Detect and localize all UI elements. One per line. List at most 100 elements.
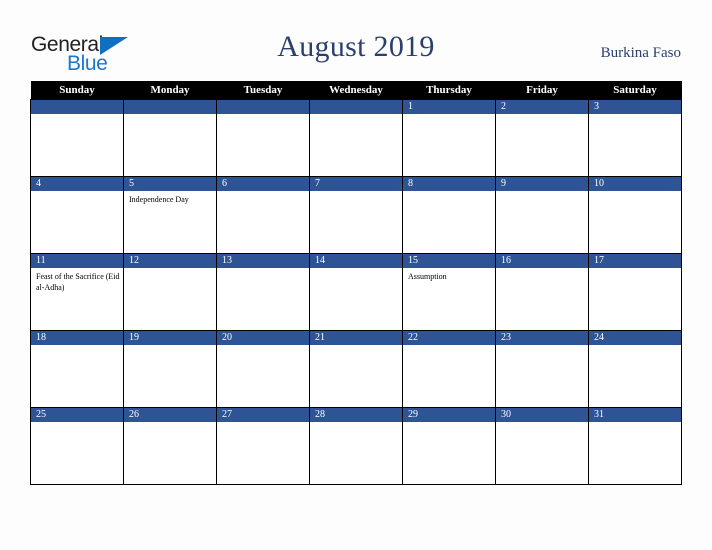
calendar-page: General Blue August 2019 Burkina Faso Su… <box>0 0 712 550</box>
day-cell-content: 9 <box>496 177 588 253</box>
day-number: 16 <box>496 254 588 268</box>
weekday-header-tuesday: Tuesday <box>216 81 310 100</box>
weekday-header-sunday: Sunday <box>30 81 124 100</box>
calendar-day-cell[interactable]: 28 <box>309 407 403 485</box>
calendar-week-row: 11 Feast of the Sacrifice (Eid al-Adha) 12… <box>30 253 682 331</box>
weekday-header-thursday: Thursday <box>402 81 496 100</box>
calendar-day-cell[interactable]: 25 <box>30 407 124 485</box>
day-number: 18 <box>31 331 123 345</box>
calendar-day-cell[interactable]: 1 <box>402 99 496 177</box>
day-cell-content: 10 <box>589 177 681 253</box>
calendar-day-cell[interactable]: 18 <box>30 330 124 408</box>
day-cell-content: 13 <box>217 254 309 330</box>
day-number: 4 <box>31 177 123 191</box>
calendar-day-cell[interactable]: 3 <box>588 99 682 177</box>
day-cell-content: 29 <box>403 408 495 484</box>
day-number: 31 <box>589 408 681 422</box>
day-number: 12 <box>124 254 216 268</box>
day-number: 8 <box>403 177 495 191</box>
calendar-day-cell[interactable]: 15 Assumption <box>402 253 496 331</box>
calendar-day-cell[interactable]: 23 <box>495 330 589 408</box>
day-cell-content: 25 <box>31 408 123 484</box>
day-number: 25 <box>31 408 123 422</box>
day-cell-content: 18 <box>31 331 123 407</box>
calendar-day-cell[interactable]: 20 <box>216 330 310 408</box>
day-cell-content <box>124 100 216 176</box>
calendar-day-cell[interactable]: 14 <box>309 253 403 331</box>
day-number: 15 <box>403 254 495 268</box>
day-cell-content: 5 Independence Day <box>124 177 216 253</box>
day-cell-content: 11 Feast of the Sacrifice (Eid al-Adha) <box>31 254 123 330</box>
calendar-day-cell[interactable]: 31 <box>588 407 682 485</box>
day-number: 26 <box>124 408 216 422</box>
calendar-day-cell[interactable]: 2 <box>495 99 589 177</box>
day-cell-content: 22 <box>403 331 495 407</box>
day-number: 23 <box>496 331 588 345</box>
calendar-day-cell[interactable]: 30 <box>495 407 589 485</box>
day-number: 24 <box>589 331 681 345</box>
day-number: 28 <box>310 408 402 422</box>
weekday-header-saturday: Saturday <box>588 81 682 100</box>
calendar-day-cell[interactable]: 4 <box>30 176 124 254</box>
day-number: 22 <box>403 331 495 345</box>
day-cell-content: 16 <box>496 254 588 330</box>
day-cell-content: 17 <box>589 254 681 330</box>
calendar-day-cell[interactable]: 7 <box>309 176 403 254</box>
calendar-day-cell[interactable]: 17 <box>588 253 682 331</box>
weekday-header-monday: Monday <box>123 81 217 100</box>
calendar-day-cell[interactable]: 22 <box>402 330 496 408</box>
day-cell-content: 26 <box>124 408 216 484</box>
day-number: 10 <box>589 177 681 191</box>
calendar-day-cell[interactable]: 11 Feast of the Sacrifice (Eid al-Adha) <box>30 253 124 331</box>
day-number: 19 <box>124 331 216 345</box>
calendar-day-cell[interactable]: 19 <box>123 330 217 408</box>
calendar-day-cell[interactable]: 24 <box>588 330 682 408</box>
day-number: 6 <box>217 177 309 191</box>
day-number <box>310 100 402 114</box>
calendar-day-cell[interactable]: 21 <box>309 330 403 408</box>
calendar-day-cell[interactable]: 16 <box>495 253 589 331</box>
calendar-day-cell[interactable]: 6 <box>216 176 310 254</box>
day-cell-content: 19 <box>124 331 216 407</box>
calendar-day-cell[interactable]: 10 <box>588 176 682 254</box>
calendar-week-row: 18 19 20 21 22 23 24 <box>30 330 682 408</box>
day-cell-content: 21 <box>310 331 402 407</box>
holiday-event: Feast of the Sacrifice (Eid al-Adha) <box>36 272 120 292</box>
weekday-header-wednesday: Wednesday <box>309 81 403 100</box>
calendar-week-row: 4 5 Independence Day 6 7 8 9 10 <box>30 176 682 254</box>
calendar-day-cell[interactable]: 12 <box>123 253 217 331</box>
day-cell-content: 8 <box>403 177 495 253</box>
day-cell-content <box>310 100 402 176</box>
day-number: 9 <box>496 177 588 191</box>
day-number: 30 <box>496 408 588 422</box>
calendar-empty-cell <box>30 99 124 177</box>
calendar-day-cell[interactable]: 29 <box>402 407 496 485</box>
day-events: Independence Day <box>124 191 216 205</box>
calendar-day-cell[interactable]: 26 <box>123 407 217 485</box>
day-cell-content: 27 <box>217 408 309 484</box>
day-cell-content: 24 <box>589 331 681 407</box>
day-cell-content: 15 Assumption <box>403 254 495 330</box>
calendar-day-cell[interactable]: 5 Independence Day <box>123 176 217 254</box>
day-number: 7 <box>310 177 402 191</box>
day-number <box>31 100 123 114</box>
day-number <box>124 100 216 114</box>
day-cell-content: 31 <box>589 408 681 484</box>
day-cell-content: 7 <box>310 177 402 253</box>
day-number <box>217 100 309 114</box>
calendar-day-cell[interactable]: 8 <box>402 176 496 254</box>
day-number: 13 <box>217 254 309 268</box>
holiday-event: Independence Day <box>129 195 189 204</box>
calendar-day-cell[interactable]: 27 <box>216 407 310 485</box>
day-cell-content: 14 <box>310 254 402 330</box>
day-number: 2 <box>496 100 588 114</box>
day-events: Assumption <box>403 268 495 282</box>
calendar-day-cell[interactable]: 9 <box>495 176 589 254</box>
day-number: 29 <box>403 408 495 422</box>
day-cell-content: 23 <box>496 331 588 407</box>
day-number: 1 <box>403 100 495 114</box>
calendar-header-row: Sunday Monday Tuesday Wednesday Thursday Frid… <box>30 81 682 100</box>
day-number: 3 <box>589 100 681 114</box>
calendar-empty-cell <box>123 99 217 177</box>
calendar-day-cell[interactable]: 13 <box>216 253 310 331</box>
